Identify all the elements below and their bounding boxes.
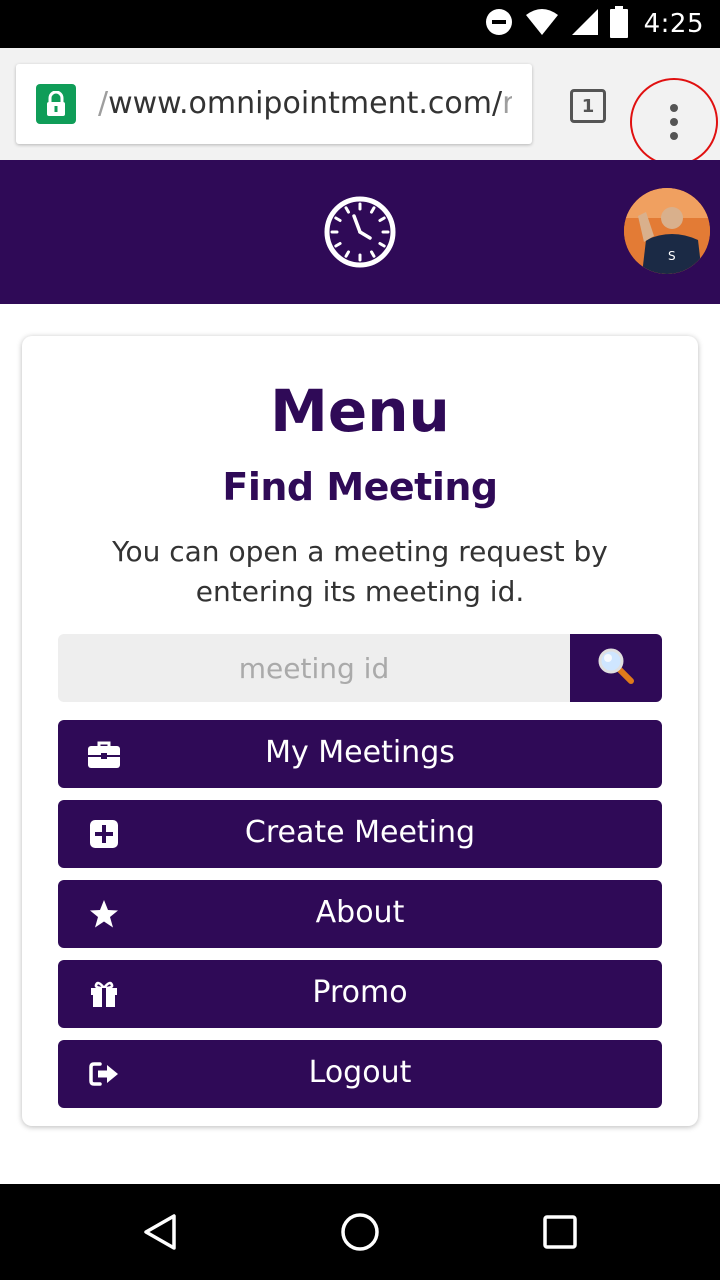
page-title: Menu: [270, 377, 450, 445]
user-avatar[interactable]: S: [624, 188, 710, 274]
status-time: 4:25: [643, 9, 704, 39]
promo-label: Promo: [312, 975, 408, 1010]
url-tail: r: [502, 86, 512, 121]
my-meetings-button[interactable]: My Meetings: [58, 720, 662, 788]
my-meetings-label: My Meetings: [265, 735, 455, 770]
back-icon[interactable]: [130, 1202, 190, 1262]
search-icon: [596, 646, 636, 690]
overflow-menu-icon[interactable]: [630, 78, 718, 166]
overflow-dot: [670, 118, 678, 126]
about-label: About: [315, 895, 405, 930]
menu-card: Menu Find Meeting You can open a meeting…: [22, 336, 698, 1126]
system-nav-bar: [0, 1184, 720, 1280]
wifi-icon: [524, 7, 560, 41]
create-meeting-label: Create Meeting: [244, 815, 476, 850]
about-button[interactable]: About: [58, 880, 662, 948]
status-icons: 4:25: [484, 0, 704, 48]
promo-button[interactable]: Promo: [58, 960, 662, 1028]
overflow-dot: [670, 104, 678, 112]
battery-icon: [609, 6, 628, 42]
url-text[interactable]: /www.omnipointment.com/r: [98, 64, 512, 144]
section-description: You can open a meeting request by enteri…: [112, 535, 608, 608]
meeting-search: [58, 634, 662, 702]
create-meeting-button[interactable]: Create Meeting: [58, 800, 662, 868]
tab-switcher-icon[interactable]: 1: [570, 89, 606, 123]
recents-icon[interactable]: [530, 1202, 590, 1262]
app-header: S: [0, 160, 720, 304]
meeting-id-input[interactable]: [58, 634, 570, 702]
logout-button[interactable]: Logout: [58, 1040, 662, 1108]
logout-label: Logout: [308, 1055, 412, 1090]
url-lead: /: [98, 86, 109, 121]
clock-logo-icon[interactable]: [322, 194, 398, 270]
browser-toolbar: /www.omnipointment.com/r 1: [0, 48, 720, 166]
svg-text:S: S: [668, 249, 676, 263]
status-bar: 4:25: [0, 0, 720, 48]
url-main: www.omnipointment.com/: [108, 86, 503, 121]
search-button[interactable]: [570, 634, 662, 702]
section-title: Find Meeting: [222, 465, 498, 509]
home-icon[interactable]: [330, 1202, 390, 1262]
overflow-dot: [670, 132, 678, 140]
cell-signal-icon: [570, 7, 600, 41]
do-not-disturb-icon: [484, 7, 514, 41]
address-bar[interactable]: /www.omnipointment.com/r: [16, 64, 532, 144]
lock-icon[interactable]: [36, 84, 76, 124]
